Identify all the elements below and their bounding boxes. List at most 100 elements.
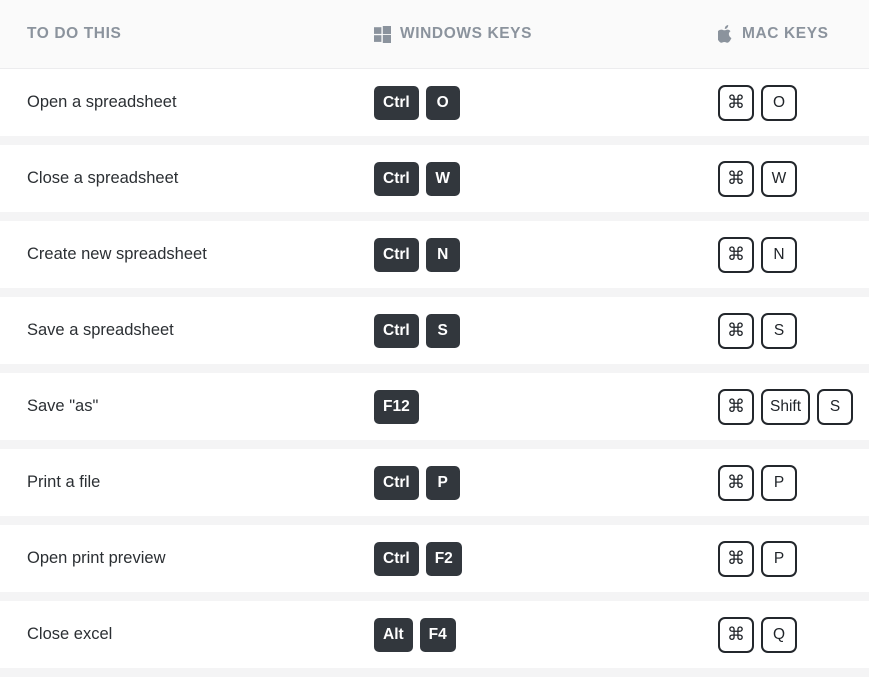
column-header-mac-label: MAC KEYS	[742, 25, 829, 42]
row-separator	[0, 516, 869, 525]
row-separator	[0, 364, 869, 373]
windows-key-badge: Ctrl	[374, 237, 419, 272]
windows-key-badge: S	[425, 313, 460, 348]
mac-key-group: ⌘ P	[718, 464, 797, 501]
column-header-task: TO DO THIS	[0, 25, 374, 43]
mac-key-badge: O	[761, 84, 797, 121]
table-row: Create new spreadsheet Ctrl N ⌘ N	[0, 221, 869, 297]
windows-key-badge: Ctrl	[374, 161, 419, 196]
mac-key-group: ⌘ Shift S	[718, 388, 854, 425]
task-cell: Create new spreadsheet	[0, 245, 374, 264]
windows-keys-cell: Ctrl S	[374, 313, 718, 348]
task-label: Close excel	[27, 625, 113, 643]
table-row: Save "as" F12 ⌘ Shift S	[0, 373, 869, 449]
column-header-windows-label: WINDOWS KEYS	[400, 25, 533, 42]
shortcut-row: Save a spreadsheet Ctrl S ⌘ S	[0, 297, 869, 364]
windows-key-group: Ctrl O	[374, 85, 460, 120]
windows-keys-cell: Ctrl F2	[374, 541, 718, 576]
row-separator	[0, 592, 869, 601]
table-row: Open a spreadsheet Ctrl O ⌘ O	[0, 69, 869, 145]
mac-key-badge: P	[761, 540, 797, 577]
mac-keys-cell: ⌘ O	[718, 84, 869, 121]
shortcut-row: Open a spreadsheet Ctrl O ⌘ O	[0, 69, 869, 136]
mac-key-badge: P	[761, 464, 797, 501]
command-key-badge: ⌘	[718, 540, 754, 577]
windows-key-badge: Ctrl	[374, 313, 419, 348]
mac-key-badge: N	[761, 236, 797, 273]
windows-keys-cell: Ctrl W	[374, 161, 718, 196]
mac-keys-cell: ⌘ W	[718, 160, 869, 197]
task-label: Close a spreadsheet	[27, 169, 179, 187]
shortcut-row: Print a file Ctrl P ⌘ P	[0, 449, 869, 516]
task-label: Save "as"	[27, 397, 99, 415]
windows-key-badge: Ctrl	[374, 541, 419, 576]
mac-keys-cell: ⌘ N	[718, 236, 869, 273]
windows-keys-cell: Ctrl N	[374, 237, 718, 272]
command-key-badge: ⌘	[718, 84, 754, 121]
table-header-row: TO DO THIS WINDOWS KEYS MAC KEYS	[0, 0, 869, 69]
column-header-windows: WINDOWS KEYS	[374, 25, 718, 43]
row-separator	[0, 212, 869, 221]
windows-key-group: Ctrl F2	[374, 541, 462, 576]
row-separator	[0, 440, 869, 449]
mac-keys-cell: ⌘ P	[718, 540, 869, 577]
table-row: Close excel Alt F4 ⌘ Q	[0, 601, 869, 677]
windows-key-group: Ctrl P	[374, 465, 460, 500]
mac-key-badge: W	[761, 160, 797, 197]
mac-keys-cell: ⌘ P	[718, 464, 869, 501]
task-label: Open print preview	[27, 549, 166, 567]
command-key-badge: ⌘	[718, 312, 754, 349]
task-cell: Open a spreadsheet	[0, 93, 374, 112]
windows-keys-cell: F12	[374, 389, 718, 424]
table-row: Print a file Ctrl P ⌘ P	[0, 449, 869, 525]
shortcut-row: Open print preview Ctrl F2 ⌘ P	[0, 525, 869, 592]
mac-key-group: ⌘ N	[718, 236, 797, 273]
windows-key-badge: W	[425, 161, 460, 196]
task-cell: Close excel	[0, 625, 374, 644]
windows-logo-icon	[374, 25, 391, 43]
mac-key-group: ⌘ P	[718, 540, 797, 577]
task-label: Save a spreadsheet	[27, 321, 174, 339]
table-body: Open a spreadsheet Ctrl O ⌘ O Close a spreads…	[0, 69, 869, 677]
mac-key-group: ⌘ O	[718, 84, 797, 121]
windows-key-badge: Alt	[374, 617, 413, 652]
row-separator	[0, 136, 869, 145]
table-row: Save a spreadsheet Ctrl S ⌘ S	[0, 297, 869, 373]
command-key-badge: ⌘	[718, 616, 754, 653]
task-cell: Close a spreadsheet	[0, 169, 374, 188]
windows-key-badge: F4	[419, 617, 456, 652]
task-label: Create new spreadsheet	[27, 245, 207, 263]
windows-key-badge: F12	[374, 389, 419, 424]
task-label: Open a spreadsheet	[27, 93, 177, 111]
shortcut-row: Save "as" F12 ⌘ Shift S	[0, 373, 869, 440]
command-key-badge: ⌘	[718, 160, 754, 197]
task-label: Print a file	[27, 473, 101, 491]
mac-key-group: ⌘ Q	[718, 616, 797, 653]
windows-keys-cell: Ctrl O	[374, 85, 718, 120]
mac-key-badge: S	[761, 312, 797, 349]
task-cell: Save "as"	[0, 397, 374, 416]
column-header-mac: MAC KEYS	[718, 25, 869, 43]
task-cell: Print a file	[0, 473, 374, 492]
mac-keys-cell: ⌘ Shift S	[718, 388, 869, 425]
table-row: Close a spreadsheet Ctrl W ⌘ W	[0, 145, 869, 221]
windows-key-group: F12	[374, 389, 419, 424]
shortcut-row: Close excel Alt F4 ⌘ Q	[0, 601, 869, 668]
windows-keys-cell: Alt F4	[374, 617, 718, 652]
command-key-badge: ⌘	[718, 388, 754, 425]
command-key-badge: ⌘	[718, 236, 754, 273]
windows-key-badge: N	[425, 237, 460, 272]
windows-keys-cell: Ctrl P	[374, 465, 718, 500]
mac-key-group: ⌘ S	[718, 312, 797, 349]
mac-keys-cell: ⌘ S	[718, 312, 869, 349]
mac-key-badge: Shift	[761, 388, 811, 425]
windows-key-group: Ctrl W	[374, 161, 460, 196]
windows-key-group: Alt F4	[374, 617, 456, 652]
windows-key-badge: F2	[425, 541, 462, 576]
keyboard-shortcuts-table: TO DO THIS WINDOWS KEYS MAC KEYS Open a …	[0, 0, 869, 677]
mac-keys-cell: ⌘ Q	[718, 616, 869, 653]
windows-key-group: Ctrl S	[374, 313, 460, 348]
shortcut-row: Close a spreadsheet Ctrl W ⌘ W	[0, 145, 869, 212]
task-cell: Open print preview	[0, 549, 374, 568]
shortcut-row: Create new spreadsheet Ctrl N ⌘ N	[0, 221, 869, 288]
